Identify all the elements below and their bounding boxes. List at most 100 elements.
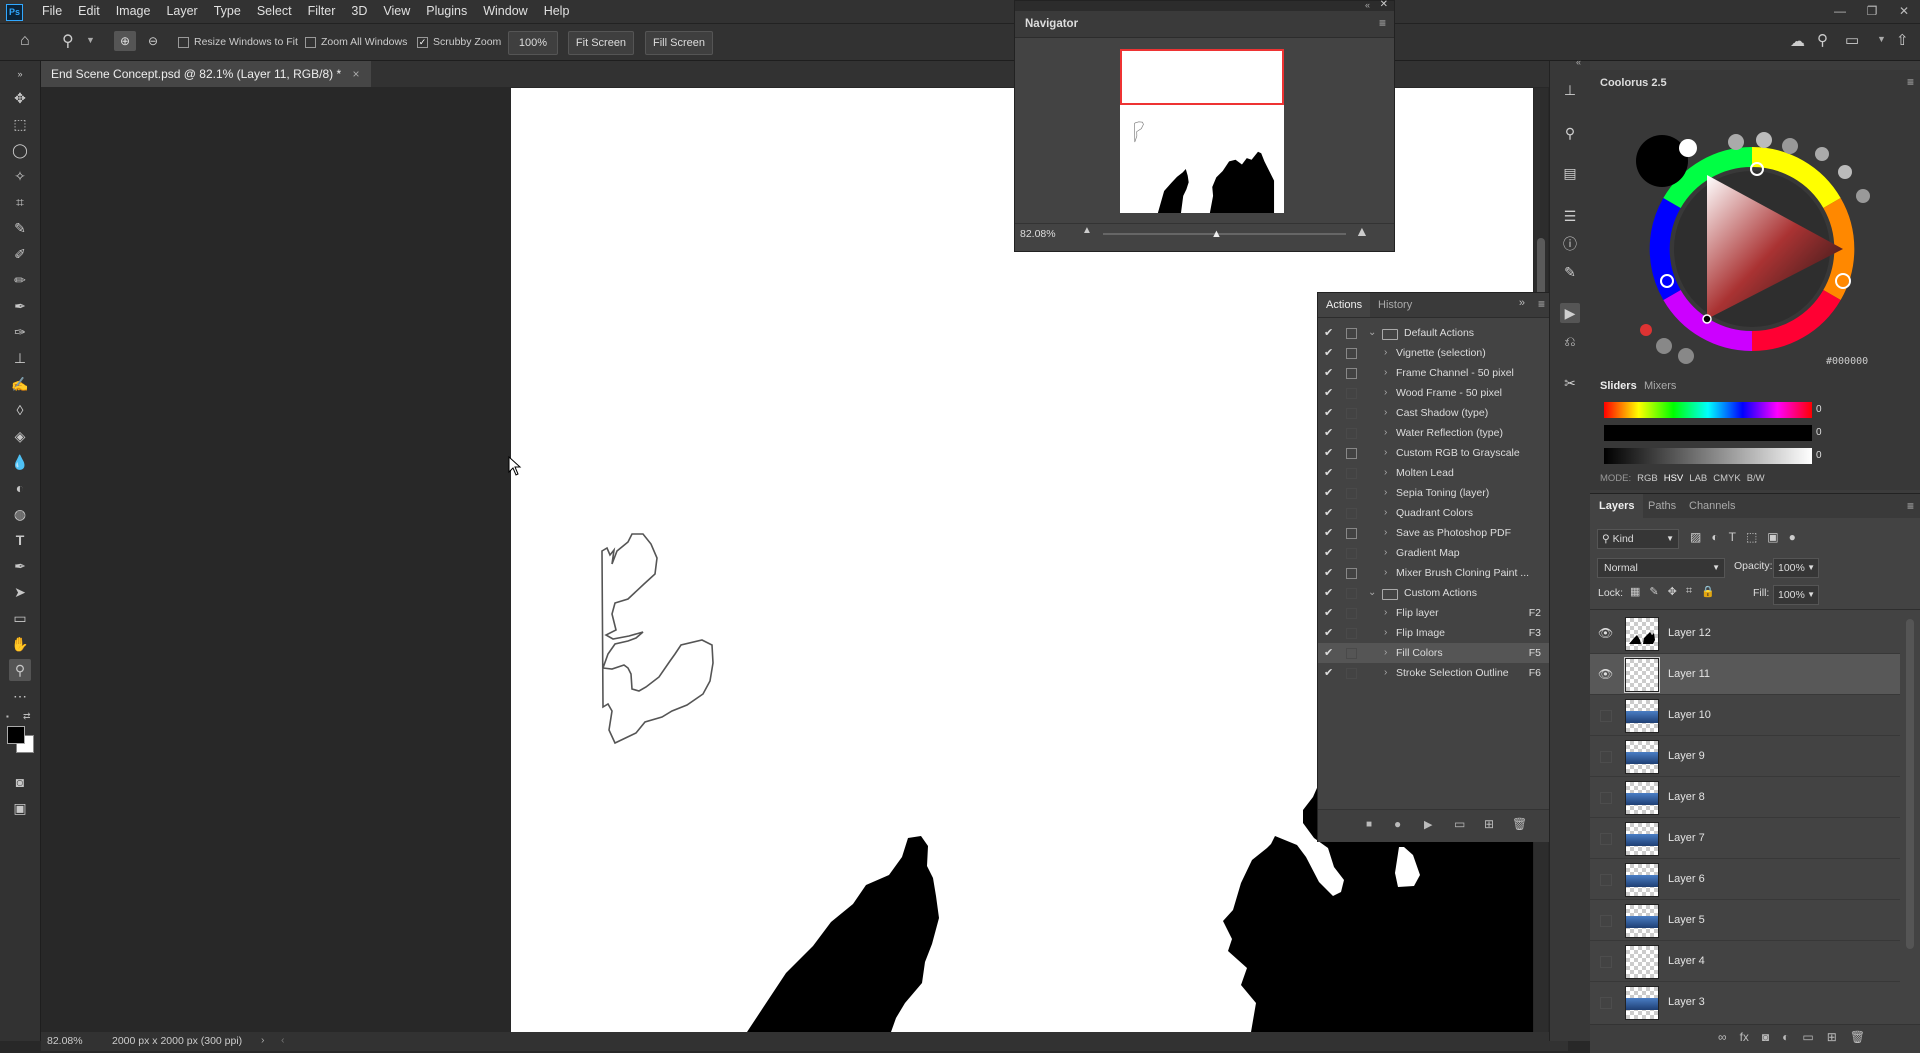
action-set-row[interactable]: ✔ ⌄ Custom Actions	[1318, 583, 1549, 603]
action-row[interactable]: ✔ › Frame Channel - 50 pixel	[1318, 363, 1549, 383]
panel-menu-icon[interactable]: ≡	[1907, 499, 1914, 513]
actions-panel-icon[interactable]: ▶	[1560, 303, 1580, 323]
mode-hsv[interactable]: HSV	[1664, 473, 1684, 484]
swap-colors-icon[interactable]: ⇄	[23, 711, 31, 722]
dialog-toggle-icon[interactable]	[1346, 328, 1357, 339]
history-brush-tool-icon[interactable]: ✍	[9, 373, 31, 395]
toggle-item-icon[interactable]: ✔	[1324, 463, 1333, 483]
workspace-icon[interactable]: ▭	[1845, 31, 1859, 49]
navigator-zoom[interactable]: 82.08%	[1020, 228, 1056, 240]
action-row[interactable]: ✔ › Molten Lead	[1318, 463, 1549, 483]
action-row[interactable]: ✔ › Sepia Toning (layer)	[1318, 483, 1549, 503]
add-mask-icon[interactable]: ◙	[1762, 1030, 1769, 1044]
default-colors-icon[interactable]: ▪	[6, 712, 9, 721]
menu-filter[interactable]: Filter	[300, 0, 344, 23]
toggle-item-icon[interactable]: ✔	[1324, 443, 1333, 463]
eraser-tool-icon[interactable]: ◊	[9, 399, 31, 421]
dialog-toggle-icon[interactable]	[1346, 348, 1357, 359]
saturation-value[interactable]: 0	[1816, 427, 1838, 438]
expand-action-icon[interactable]: ›	[1384, 643, 1387, 663]
dialog-toggle-icon[interactable]	[1346, 668, 1357, 679]
hue-slider[interactable]	[1604, 402, 1812, 418]
brightness-value[interactable]: 0	[1816, 450, 1838, 461]
dialog-toggle-icon[interactable]	[1346, 368, 1357, 379]
expand-action-icon[interactable]: ›	[1384, 363, 1387, 383]
close-document-icon[interactable]: ×	[352, 67, 359, 81]
home-icon[interactable]: ⌂	[20, 32, 30, 50]
menu-image[interactable]: Image	[108, 0, 159, 23]
type-tool-icon[interactable]: T	[9, 529, 31, 551]
eyedropper-tool-icon[interactable]: ✎	[9, 217, 31, 239]
visibility-eye-icon[interactable]	[1600, 874, 1612, 886]
expand-action-icon[interactable]: ›	[1384, 343, 1387, 363]
expand-action-icon[interactable]: ›	[1384, 403, 1387, 423]
menu-layer[interactable]: Layer	[158, 0, 205, 23]
visibility-eye-icon[interactable]	[1600, 915, 1612, 927]
action-row[interactable]: ✔ › Flip Image F3	[1318, 623, 1549, 643]
expand-action-icon[interactable]: ›	[1384, 543, 1387, 563]
layer-row[interactable]: 👁 Layer 11	[1590, 654, 1900, 695]
toggle-item-icon[interactable]: ✔	[1324, 643, 1333, 663]
expand-action-icon[interactable]: ›	[1384, 483, 1387, 503]
collapse-dock-icon[interactable]: «	[1576, 57, 1581, 67]
zoom-out-icon[interactable]: ⊖	[142, 31, 164, 51]
action-row[interactable]: ✔ › Custom RGB to Grayscale	[1318, 443, 1549, 463]
delete-layer-icon[interactable]: 🗑	[1850, 1030, 1865, 1044]
more-tools-icon[interactable]: ⋯	[9, 685, 31, 707]
expand-action-icon[interactable]: ›	[1384, 443, 1387, 463]
zoom-out-mountain-icon[interactable]: ▲	[1082, 225, 1092, 236]
dialog-toggle-icon[interactable]	[1346, 388, 1357, 399]
action-row[interactable]: ✔ › Save as Photoshop PDF	[1318, 523, 1549, 543]
expand-action-icon[interactable]: ›	[1384, 423, 1387, 443]
mode-lab[interactable]: LAB	[1689, 473, 1707, 484]
scrubby-zoom-checkbox[interactable]: ✓ Scrubby Zoom	[417, 36, 501, 48]
visibility-eye-icon[interactable]: 👁	[1598, 667, 1613, 681]
expand-action-icon[interactable]: ›	[1384, 563, 1387, 583]
marquee-tool-icon[interactable]: ⬚	[9, 113, 31, 135]
action-row[interactable]: ✔ › Stroke Selection Outline F6	[1318, 663, 1549, 683]
visibility-eye-icon[interactable]	[1600, 792, 1612, 804]
foreground-color-swatch[interactable]	[7, 726, 25, 744]
expand-action-icon[interactable]: ›	[1384, 603, 1387, 623]
action-set-row[interactable]: ✔ ⌄ Default Actions	[1318, 323, 1549, 343]
dialog-toggle-icon[interactable]	[1346, 488, 1357, 499]
blur-tool-icon[interactable]: 💧	[9, 451, 31, 473]
search-icon[interactable]: ⚲	[1817, 31, 1828, 49]
panel-menu-icon[interactable]: ≡	[1379, 16, 1386, 30]
tab-paths[interactable]: Paths	[1648, 494, 1676, 518]
dialog-toggle-icon[interactable]	[1346, 608, 1357, 619]
lock-position-icon[interactable]: ✥	[1668, 585, 1677, 598]
brush-settings-icon[interactable]: ✎	[1560, 262, 1580, 282]
visibility-eye-icon[interactable]	[1600, 710, 1612, 722]
rectangle-tool-icon[interactable]: ▭	[9, 607, 31, 629]
dialog-toggle-icon[interactable]	[1346, 628, 1357, 639]
layer-row[interactable]: 👁 Layer 12	[1590, 613, 1900, 654]
brightness-slider[interactable]	[1604, 448, 1812, 464]
action-row[interactable]: ✔ › Fill Colors F5	[1318, 643, 1549, 663]
record-icon[interactable]: ●	[1394, 817, 1401, 831]
panel-menu-icon[interactable]: ≡	[1907, 75, 1914, 89]
hue-value[interactable]: 0	[1816, 404, 1838, 415]
share-cloud-icon[interactable]: ☁	[1790, 32, 1805, 50]
fill-screen-button[interactable]: Fill Screen	[645, 31, 713, 55]
mixer-brush-tool-icon[interactable]: ✒	[9, 295, 31, 317]
toggle-item-icon[interactable]: ✔	[1324, 383, 1333, 403]
restore-icon[interactable]: ❐	[1856, 0, 1888, 23]
layer-style-icon[interactable]: fx	[1740, 1030, 1749, 1044]
dialog-toggle-icon[interactable]	[1346, 428, 1357, 439]
link-layers-icon[interactable]: ∞	[1718, 1030, 1727, 1044]
zoom-in-icon[interactable]: ⊕	[114, 31, 136, 51]
stop-icon[interactable]: ■	[1366, 819, 1372, 830]
dialog-toggle-icon[interactable]	[1346, 468, 1357, 479]
close-icon[interactable]: ✕	[1888, 0, 1920, 23]
mode-rgb[interactable]: RGB	[1637, 473, 1658, 484]
saturation-slider[interactable]	[1604, 425, 1812, 441]
tab-history[interactable]: History	[1378, 293, 1412, 317]
toggle-item-icon[interactable]: ✔	[1324, 423, 1333, 443]
move-tool-icon[interactable]: ✥	[9, 87, 31, 109]
toggle-item-icon[interactable]: ✔	[1324, 603, 1333, 623]
paint-bucket-tool-icon[interactable]: ◈	[9, 425, 31, 447]
status-zoom[interactable]: 82.08%	[47, 1035, 83, 1047]
screen-mode-icon[interactable]: ▣	[9, 797, 31, 819]
navigator-panel-icon[interactable]: ⚲	[1560, 123, 1580, 143]
